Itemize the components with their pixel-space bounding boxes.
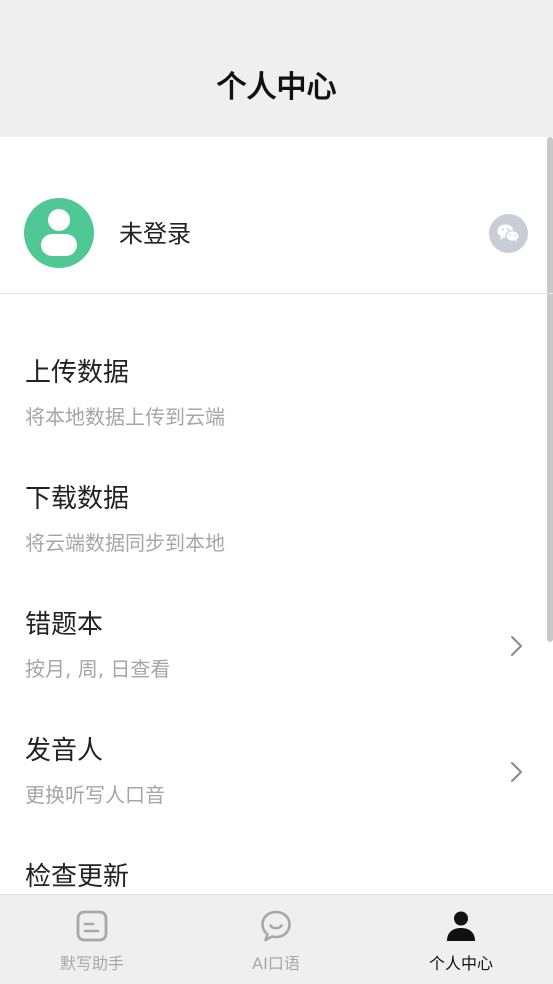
chevron-right-icon — [511, 762, 522, 782]
page-title: 个人中心 — [216, 70, 337, 105]
bottom-tab-bar: 默写助手 AI口语 个人中心 — [0, 894, 553, 984]
menu-item-title: 上传数据 — [25, 358, 130, 388]
menu-item-subtitle: 将本地数据上传到云端 — [25, 405, 225, 429]
menu-item-title: 错题本 — [25, 610, 104, 640]
menu-item-check-update[interactable]: 检查更新 — [0, 859, 553, 894]
profile-section[interactable]: 未登录 — [0, 137, 553, 294]
person-icon — [447, 911, 475, 941]
tab-dictation-assistant[interactable]: 默写助手 — [0, 895, 184, 984]
content-area[interactable]: 未登录 上传数据 将本地数据上传到云端 下载数据 将云端数据同步到本地 错题本 … — [0, 137, 553, 894]
menu-item-upload-data[interactable]: 上传数据 将本地数据上传到云端 — [0, 355, 553, 481]
menu-item-subtitle: 按月, 周, 日查看 — [25, 657, 171, 681]
tab-ai-speaking[interactable]: AI口语 — [184, 895, 368, 984]
menu-item-download-data[interactable]: 下载数据 将云端数据同步到本地 — [0, 481, 553, 607]
chat-bubble-icon — [261, 910, 291, 942]
menu-item-mistake-book[interactable]: 错题本 按月, 周, 日查看 — [0, 607, 553, 733]
avatar[interactable] — [24, 198, 94, 268]
tab-label: AI口语 — [252, 954, 300, 973]
menu-item-voice-speaker[interactable]: 发音人 更换听写人口音 — [0, 733, 553, 859]
avatar-body — [41, 234, 77, 256]
tab-label: 个人中心 — [428, 954, 493, 973]
document-icon — [76, 910, 108, 942]
menu-item-title: 检查更新 — [25, 862, 130, 892]
menu-item-subtitle: 更换听写人口音 — [25, 783, 165, 807]
wechat-login-button[interactable] — [489, 214, 528, 253]
chevron-right-icon — [511, 636, 522, 656]
tab-label: 默写助手 — [59, 954, 124, 973]
menu-item-title: 下载数据 — [25, 484, 130, 514]
menu-item-title: 发音人 — [25, 736, 104, 766]
tab-personal-center[interactable]: 个人中心 — [369, 895, 553, 984]
header-bar: 个人中心 — [0, 0, 553, 137]
avatar-head — [48, 209, 70, 231]
menu-item-subtitle: 将云端数据同步到本地 — [25, 531, 225, 555]
wechat-icon — [497, 224, 520, 243]
login-status-label[interactable]: 未登录 — [119, 217, 191, 251]
